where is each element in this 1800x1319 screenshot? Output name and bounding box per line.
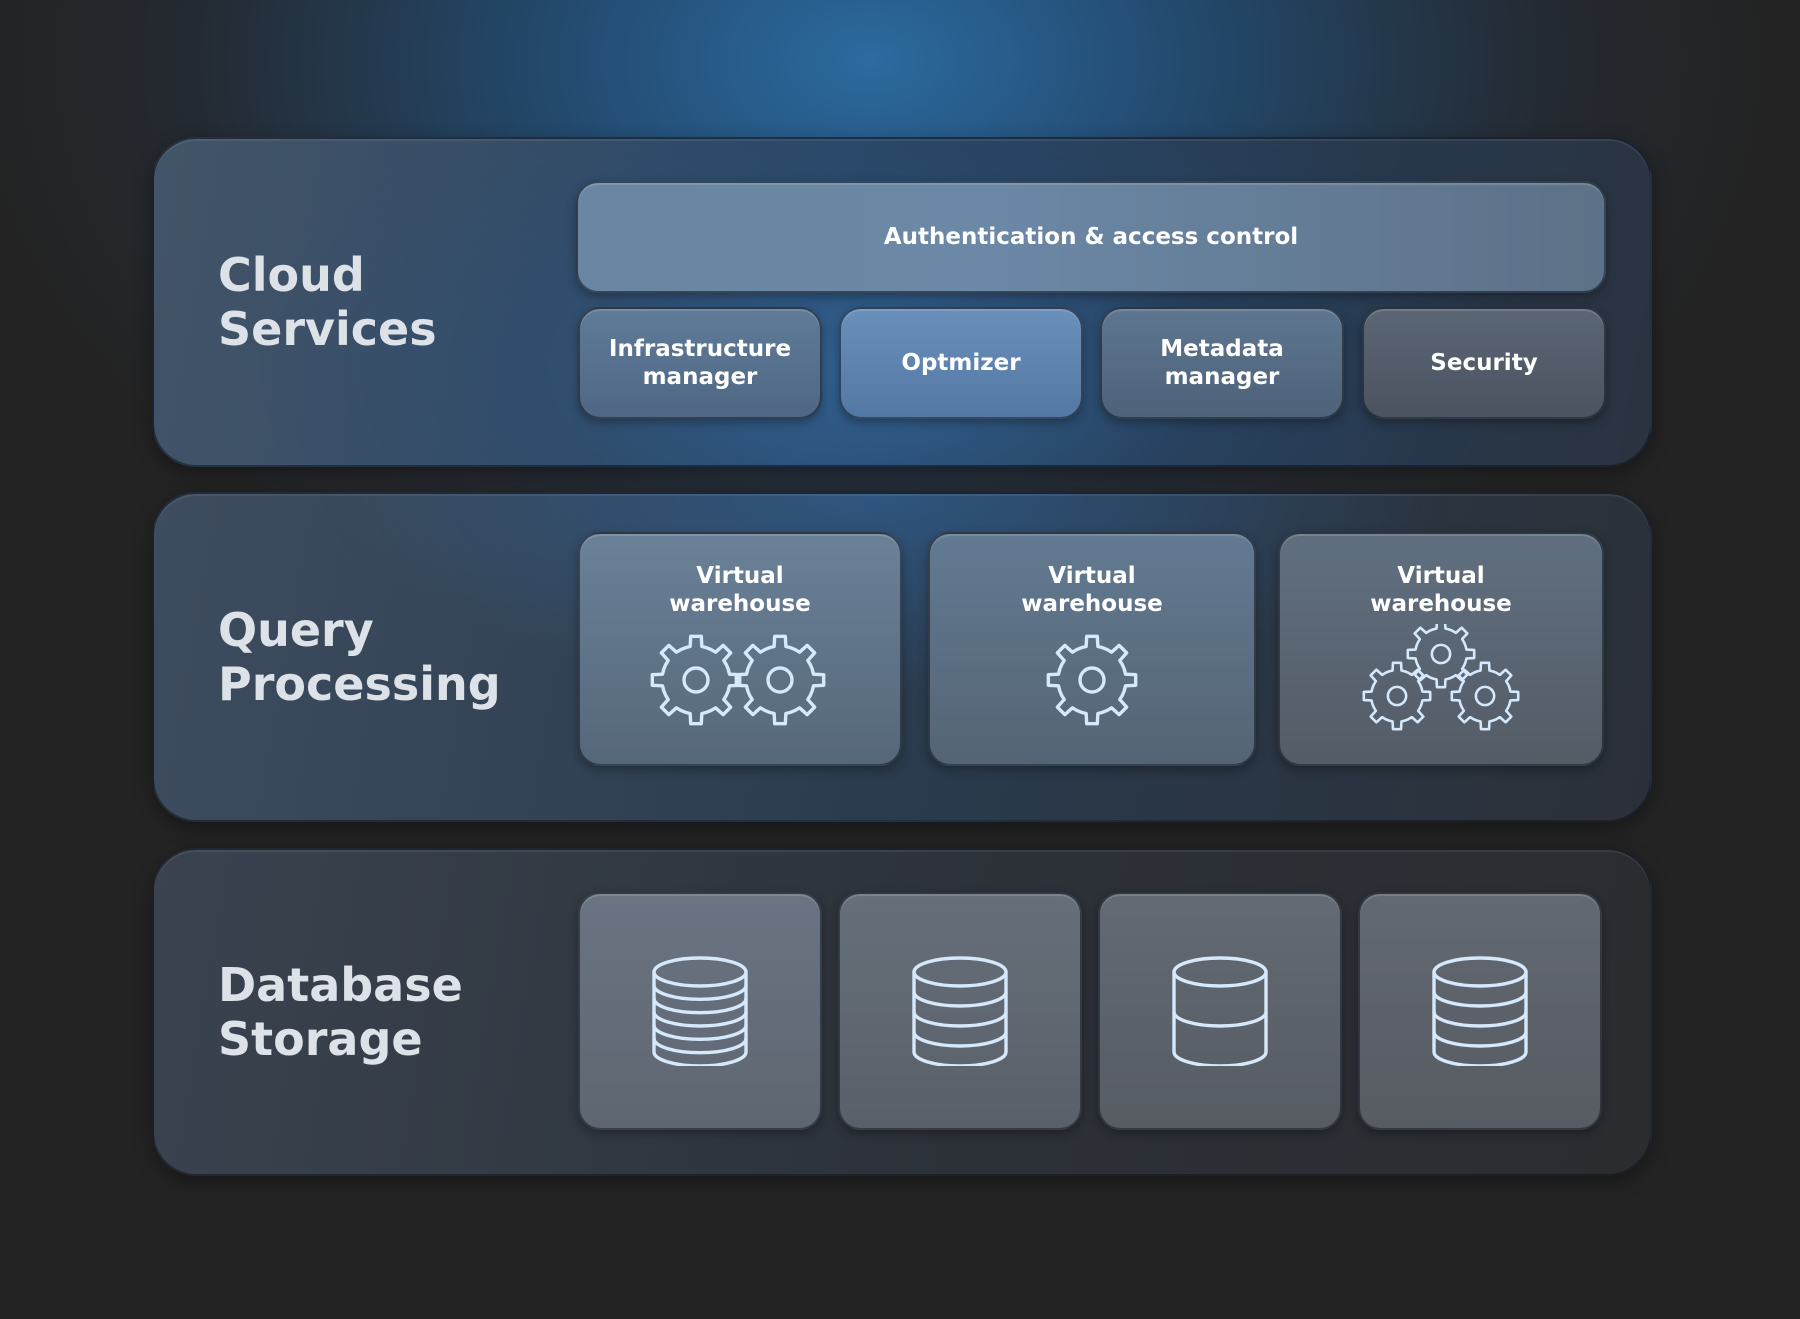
virtual-warehouse-box: Virtual warehouse — [1278, 532, 1604, 766]
virtual-warehouse-box: Virtual warehouse — [578, 532, 902, 766]
infrastructure-manager-label: Infrastructure manager — [608, 336, 792, 390]
database-storage-layer: Database Storage — [152, 848, 1652, 1176]
security-label: Security — [1430, 350, 1538, 376]
cloud-services-layer: Cloud Services Authentication & access c… — [152, 137, 1652, 467]
layer-title-database-storage: Database Storage — [218, 958, 463, 1066]
virtual-warehouse-label: Virtual warehouse — [669, 563, 811, 617]
optimizer-label: Optmizer — [901, 350, 1021, 376]
database-icon — [912, 956, 1008, 1066]
virtual-warehouse-label: Virtual warehouse — [1370, 563, 1512, 617]
database-box — [1358, 892, 1602, 1130]
metadata-manager-label: Metadata manager — [1160, 336, 1284, 390]
two-gears-icon — [650, 634, 826, 726]
authentication-label: Authentication & access control — [883, 224, 1299, 250]
gear-icon — [1046, 634, 1138, 726]
database-box — [838, 892, 1082, 1130]
database-box — [1098, 892, 1342, 1130]
database-icon — [1172, 956, 1268, 1066]
database-icon — [1432, 956, 1528, 1066]
security-box: Security — [1362, 307, 1606, 419]
query-processing-layer: Query Processing Virtual warehouse Virtu… — [152, 492, 1652, 822]
layer-title-query-processing: Query Processing — [218, 603, 501, 711]
virtual-warehouse-label: Virtual warehouse — [1021, 563, 1163, 617]
infrastructure-manager-box: Infrastructure manager — [578, 307, 822, 419]
three-gears-icon — [1362, 624, 1520, 731]
optimizer-box: Optmizer — [839, 307, 1083, 419]
database-box — [578, 892, 822, 1130]
virtual-warehouse-box: Virtual warehouse — [928, 532, 1256, 766]
authentication-access-control-box: Authentication & access control — [576, 181, 1606, 293]
metadata-manager-box: Metadata manager — [1100, 307, 1344, 419]
layer-title-cloud-services: Cloud Services — [218, 248, 437, 356]
database-icon — [652, 956, 748, 1066]
